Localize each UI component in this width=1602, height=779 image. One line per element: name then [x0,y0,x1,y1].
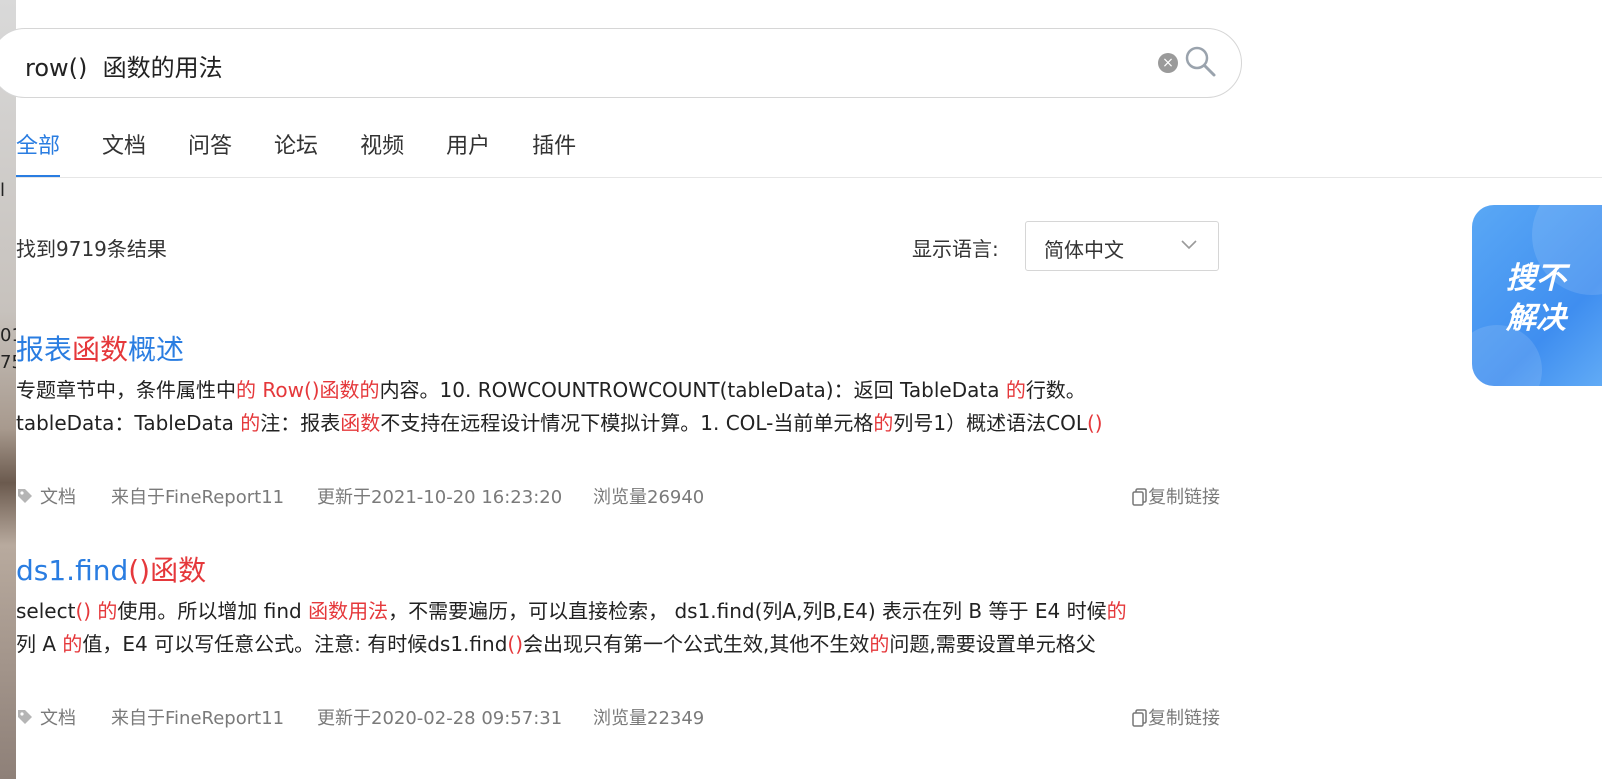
tab-forum[interactable]: 论坛 [274,128,318,178]
highlighted-text: () [1086,411,1103,435]
result-views: 浏览量26940 [593,487,705,508]
text-run: 值，E4 可以写任意公式。注意: 有时候ds1.find [82,632,508,656]
help-promo-card[interactable]: 搜不 解决 [1472,205,1602,386]
result-snippet-line: select() 的使用。所以增加 find 函数用法，不需要遍历，可以直接检索… [16,595,1226,628]
clear-icon[interactable]: × [1158,53,1178,73]
language-selected-value: 简体中文 [1044,238,1124,262]
result-source: 来自于FineReport11 [111,487,285,508]
highlighted-text: 的 [240,411,261,435]
search-result: 报表函数概述 专题章节中，条件属性中的 Row()函数的内容。10. ROWCO… [16,328,1226,508]
search-icon[interactable] [1183,44,1217,78]
background-text: 01 [0,325,16,346]
tab-qa[interactable]: 问答 [188,128,232,178]
search-bar [0,28,1242,98]
tab-video[interactable]: 视频 [360,128,404,178]
text-run: ds1.find [16,554,129,587]
tab-all[interactable]: 全部 [16,128,61,178]
promo-text: 解决 [1506,301,1566,336]
search-result: ds1.find()函数 select() 的使用。所以增加 find 函数用法… [16,549,1226,729]
result-type: 文档 [40,487,76,508]
language-label: 显示语言: [912,237,999,261]
result-meta: 文档 来自于FineReport11 更新于2021-10-20 16:23:2… [16,483,1220,509]
highlighted-text: 函数用法 [308,599,389,623]
copy-link-label: 复制链接 [1148,708,1220,729]
text-run: 列 A [16,632,63,656]
text-run: 报表 [16,333,73,366]
highlighted-text: () 的 [75,599,118,623]
result-views: 浏览量22349 [593,708,705,729]
background-text: l [0,180,6,201]
highlighted-text: 的 [869,632,890,656]
result-count: 找到9719条结果 [16,237,167,261]
tab-docs[interactable]: 文档 [102,128,146,178]
result-title-link[interactable]: ds1.find()函数 [16,549,1226,589]
highlighted-text: 的 [62,632,83,656]
tab-plugins[interactable]: 插件 [532,128,576,178]
highlighted-text: 的 [1106,599,1127,623]
text-run: 问题,需要设置单元格父 [889,632,1096,656]
language-select[interactable]: 简体中文 [1025,221,1219,271]
search-tabs: 全部 文档 问答 论坛 视频 用户 插件 [16,128,618,178]
text-run: 使用。所以增加 find [117,599,309,623]
tab-users[interactable]: 用户 [446,128,490,178]
background-text: 75 [0,352,16,373]
tabs-divider [16,177,1602,178]
background-window-edge: Q( l 01 75 [0,0,16,779]
highlighted-text: 的 [1005,378,1026,402]
text-run: 内容。10. ROWCOUNTROWCOUNT(tableData)：返回 Ta… [379,378,1006,402]
text-run: 注：报表 [260,411,341,435]
result-type: 文档 [40,708,76,729]
text-run: 列号1）概述语法COL [893,411,1087,435]
highlighted-text: () [507,632,523,656]
result-updated: 更新于2021-10-20 16:23:20 [317,487,563,508]
highlighted-text: 函数 [72,333,129,366]
text-run: 会出现只有第一个公式生效,其他不生效 [523,632,870,656]
copy-link-button[interactable]: 复制链接 [1132,704,1220,730]
result-snippet-line: tableData：TableData 的注：报表函数不支持在远程设计情况下模拟… [16,407,1226,440]
copy-link-button[interactable]: 复制链接 [1132,483,1220,509]
result-source: 来自于FineReport11 [111,708,285,729]
chevron-down-icon [1181,240,1197,250]
copy-icon [1132,488,1147,506]
copy-icon [1132,709,1147,727]
search-input[interactable] [23,45,1107,85]
result-snippet-line: 列 A 的值，E4 可以写任意公式。注意: 有时候ds1.find()会出现只有… [16,628,1226,661]
text-run: 不支持在远程设计情况下模拟计算。1. COL-当前单元格 [380,411,874,435]
text-run: 行数。 [1025,378,1086,402]
text-run: select [16,599,76,623]
text-run: 专题章节中，条件属性中 [16,378,236,402]
tag-icon [18,710,32,724]
result-updated: 更新于2020-02-28 09:57:31 [317,708,563,729]
result-title-link[interactable]: 报表函数概述 [16,328,1226,368]
highlighted-text: 函数 [340,411,381,435]
highlighted-text: 的 Row()函数的 [236,378,380,402]
result-snippet-line: 专题章节中，条件属性中的 Row()函数的内容。10. ROWCOUNTROWC… [16,374,1226,407]
copy-link-label: 复制链接 [1148,487,1220,508]
text-run: tableData：TableData [16,411,241,435]
promo-text: 搜不 [1506,261,1566,296]
text-run: ，不需要遍历，可以直接检索， ds1.find(列A,列B,E4) 表示在列 B… [388,599,1107,623]
result-meta: 文档 来自于FineReport11 更新于2020-02-28 09:57:3… [16,704,1220,730]
highlighted-text: 的 [873,411,894,435]
text-run: 概述 [128,333,185,366]
tag-icon [18,489,32,503]
highlighted-text: ()函数 [128,554,207,587]
